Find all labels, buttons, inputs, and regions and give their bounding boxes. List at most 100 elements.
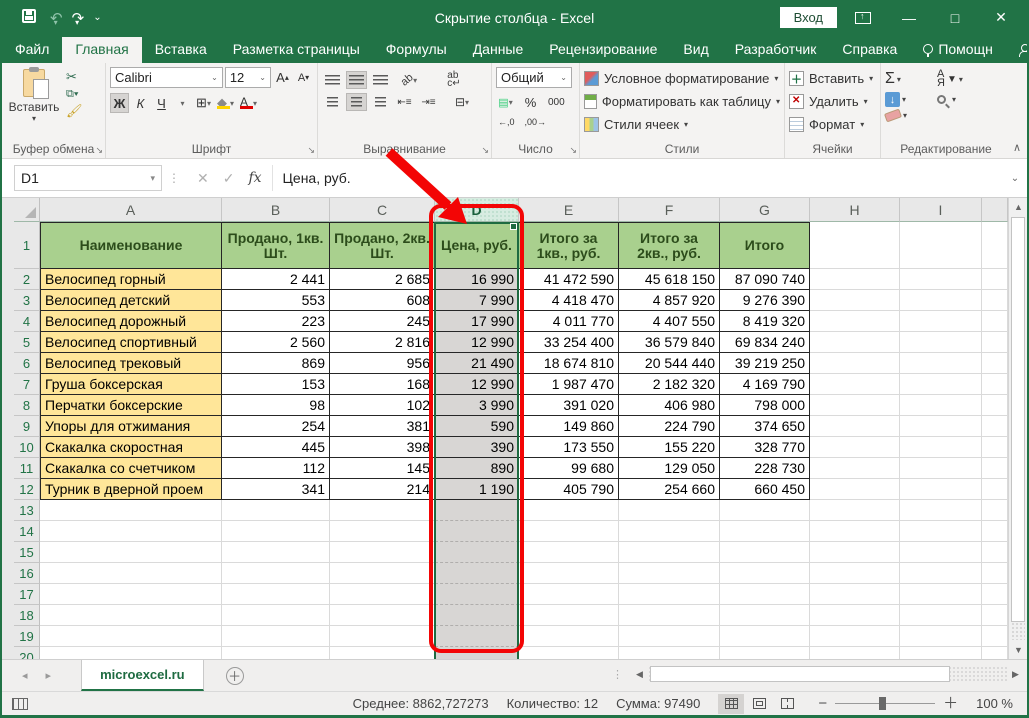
cell-D9[interactable]: 590	[435, 416, 519, 437]
column-header-I[interactable]: I	[900, 198, 982, 222]
cell-F13[interactable]	[619, 500, 720, 521]
cell-B16[interactable]	[222, 563, 330, 584]
row-header-5[interactable]: 5	[14, 332, 40, 353]
tab-вид[interactable]: Вид	[670, 37, 721, 63]
cell-C1[interactable]: Продано, 2кв. Шт.	[330, 222, 435, 269]
cell-H8[interactable]	[810, 395, 900, 416]
cell-J18[interactable]	[982, 605, 1008, 626]
cell-E4[interactable]: 4 011 770	[519, 311, 619, 332]
cell-B4[interactable]: 223	[222, 311, 330, 332]
borders-icon[interactable]: ⊞▾	[194, 93, 213, 113]
cell-G1[interactable]: Итого	[720, 222, 810, 269]
clipboard-dialog-launcher-icon[interactable]: ↘	[95, 145, 103, 156]
increase-decimal-icon[interactable]: ←,0	[496, 112, 517, 132]
cell-C4[interactable]: 245	[330, 311, 435, 332]
cell-G4[interactable]: 8 419 320	[720, 311, 810, 332]
shrink-font-icon[interactable]: А▾	[294, 68, 313, 88]
row-header-10[interactable]: 10	[14, 437, 40, 458]
cell-D10[interactable]: 390	[435, 437, 519, 458]
cell-A1[interactable]: Наименование	[40, 222, 222, 269]
cell-I5[interactable]	[900, 332, 982, 353]
cell-I12[interactable]	[900, 479, 982, 500]
cell-F11[interactable]: 129 050	[619, 458, 720, 479]
cell-G3[interactable]: 9 276 390	[720, 290, 810, 311]
zoom-out-icon[interactable]: −	[818, 699, 827, 709]
cell-I4[interactable]	[900, 311, 982, 332]
cell-E7[interactable]: 1 987 470	[519, 374, 619, 395]
cell-A9[interactable]: Упоры для отжимания	[40, 416, 222, 437]
row-header-3[interactable]: 3	[14, 290, 40, 311]
column-header-D[interactable]: D	[435, 198, 519, 222]
row-header-8[interactable]: 8	[14, 395, 40, 416]
row-header-6[interactable]: 6	[14, 353, 40, 374]
clear-button[interactable]: ▾	[885, 111, 937, 120]
cell-J10[interactable]	[982, 437, 1008, 458]
cell-A10[interactable]: Скакалка скоростная	[40, 437, 222, 458]
cell-B10[interactable]: 445	[222, 437, 330, 458]
cell-F1[interactable]: Итого за 2кв., руб.	[619, 222, 720, 269]
cell-C5[interactable]: 2 816	[330, 332, 435, 353]
cell-G20[interactable]	[720, 647, 810, 659]
tab-вставка[interactable]: Вставка	[142, 37, 220, 63]
cell-J11[interactable]	[982, 458, 1008, 479]
horizontal-scrollbar[interactable]	[648, 666, 1007, 683]
number-format-combo[interactable]: Общий⌄	[496, 67, 572, 88]
column-header-E[interactable]: E	[519, 198, 619, 222]
next-sheet-icon[interactable]: ▸	[46, 669, 52, 682]
tab-справка[interactable]: Справка	[829, 37, 910, 63]
cell-H3[interactable]	[810, 290, 900, 311]
row-header-19[interactable]: 19	[14, 626, 40, 647]
formula-input[interactable]: Цена, руб.	[273, 170, 1003, 186]
fill-button[interactable]: ↓▾	[885, 92, 937, 107]
cell-I14[interactable]	[900, 521, 982, 542]
cell-I6[interactable]	[900, 353, 982, 374]
new-sheet-icon[interactable]: ＋	[226, 667, 244, 685]
cell-D14[interactable]	[435, 521, 519, 542]
sheet-tab[interactable]: microexcel.ru	[81, 660, 204, 691]
cell-F19[interactable]	[619, 626, 720, 647]
cell-H14[interactable]	[810, 521, 900, 542]
cell-B13[interactable]	[222, 500, 330, 521]
minimize-button[interactable]: —	[889, 0, 929, 35]
cell-G13[interactable]	[720, 500, 810, 521]
expand-formula-bar-icon[interactable]: ⌄	[1003, 173, 1027, 184]
cell-E15[interactable]	[519, 542, 619, 563]
cell-B11[interactable]: 112	[222, 458, 330, 479]
cell-D16[interactable]	[435, 563, 519, 584]
cell-G19[interactable]	[720, 626, 810, 647]
cell-I1[interactable]	[900, 222, 982, 269]
cell-F18[interactable]	[619, 605, 720, 626]
cancel-entry-icon[interactable]: ✕	[197, 170, 209, 187]
cell-G16[interactable]	[720, 563, 810, 584]
orientation-icon[interactable]: ab▾	[394, 71, 424, 89]
cell-H15[interactable]	[810, 542, 900, 563]
cell-H16[interactable]	[810, 563, 900, 584]
cell-H1[interactable]	[810, 222, 900, 269]
cell-H6[interactable]	[810, 353, 900, 374]
underline-dropdown-icon[interactable]: ▾	[173, 93, 192, 113]
grow-font-icon[interactable]: А▴	[273, 68, 292, 88]
cell-C19[interactable]	[330, 626, 435, 647]
column-header-F[interactable]: F	[619, 198, 720, 222]
tab-данные[interactable]: Данные	[460, 37, 537, 63]
cell-J13[interactable]	[982, 500, 1008, 521]
cell-C7[interactable]: 168	[330, 374, 435, 395]
page-break-view-button[interactable]	[774, 694, 800, 714]
cell-C15[interactable]	[330, 542, 435, 563]
cell-G2[interactable]: 87 090 740	[720, 269, 810, 290]
cell-A8[interactable]: Перчатки боксерские	[40, 395, 222, 416]
cell-I7[interactable]	[900, 374, 982, 395]
align-top-icon[interactable]	[322, 71, 343, 89]
cell-I8[interactable]	[900, 395, 982, 416]
cell-F7[interactable]: 2 182 320	[619, 374, 720, 395]
align-right-icon[interactable]	[370, 93, 391, 111]
column-header-B[interactable]: B	[222, 198, 330, 222]
cell-E9[interactable]: 149 860	[519, 416, 619, 437]
cell-H10[interactable]	[810, 437, 900, 458]
cell-I9[interactable]	[900, 416, 982, 437]
name-box[interactable]: D1 ▾	[14, 165, 162, 191]
vertical-scrollbar[interactable]: ▲ ▼	[1008, 198, 1027, 659]
tab-рецензирование[interactable]: Рецензирование	[536, 37, 670, 63]
cell-I19[interactable]	[900, 626, 982, 647]
cell-I18[interactable]	[900, 605, 982, 626]
